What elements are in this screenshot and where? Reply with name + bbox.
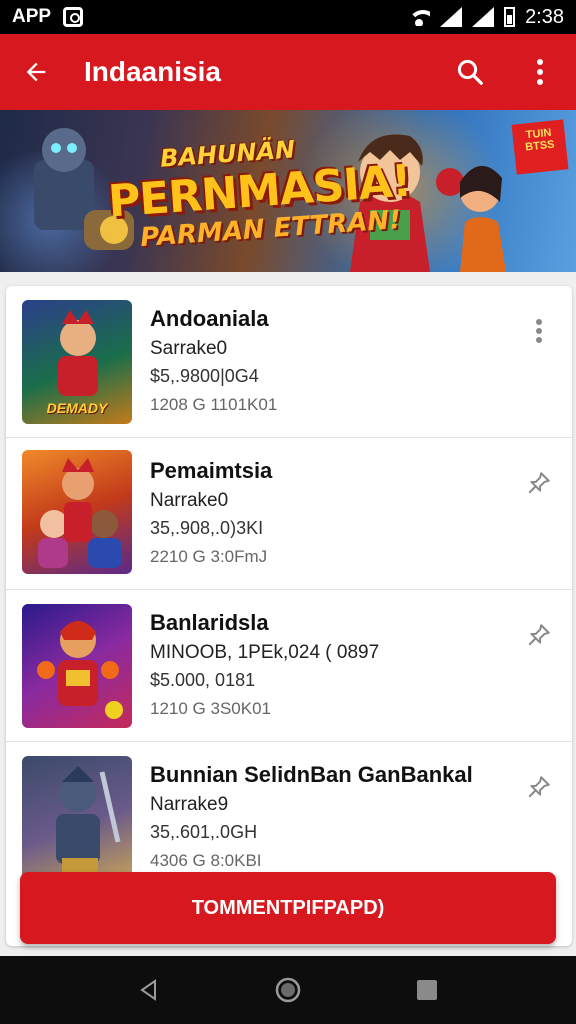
search-button[interactable]	[450, 52, 490, 92]
heroes-thumb-figure	[38, 458, 122, 568]
item-pin-button[interactable]	[524, 468, 554, 498]
back-button[interactable]	[16, 52, 56, 92]
status-left: APP	[12, 6, 84, 28]
nav-back-button[interactable]	[129, 970, 169, 1010]
page-title: Indaanisia	[84, 56, 221, 87]
list-item[interactable]: Banlaridsla MINOOB, 1PEk,024 ( 0897 $5.0…	[6, 590, 572, 742]
more-vert-icon	[536, 319, 542, 343]
thumb-caption: DEMADY	[46, 400, 108, 416]
item-title: Banlaridsla	[150, 610, 269, 635]
item-meta: 4306 G 8:0KBI	[150, 851, 262, 870]
item-subtitle: MINOOB, 1PEk,024 ( 0897	[150, 642, 380, 663]
overflow-menu-button[interactable]	[520, 52, 560, 92]
item-thumbnail	[22, 604, 132, 728]
item-subtitle: Narrake9	[150, 794, 229, 815]
signal-icon	[440, 7, 463, 27]
app-bar-actions	[450, 52, 560, 92]
hero-thumb-figure	[58, 310, 98, 396]
notification-app-icon	[63, 7, 84, 27]
item-text: Bunnian SelidnBan GanBankal Narrake9 35,…	[150, 762, 500, 871]
pin-icon	[528, 624, 550, 646]
hero-thumb-figure	[37, 621, 123, 719]
status-time: 2:38	[525, 5, 564, 28]
list-item[interactable]: Pemaimtsia Narrake0 35,.908,.0)3KI 2210 …	[6, 438, 572, 590]
signal-2-icon	[472, 7, 495, 27]
pin-icon	[528, 776, 550, 798]
status-app-label: APP	[12, 6, 52, 27]
item-price: 35,.601,.0GH	[150, 822, 258, 842]
wifi-icon	[408, 8, 431, 26]
item-thumbnail	[22, 450, 132, 574]
item-title: Pemaimtsia	[150, 458, 273, 483]
item-meta: 1210 G 3S0K01	[150, 699, 271, 718]
item-subtitle: Sarrake0	[150, 338, 228, 359]
pin-icon	[528, 472, 550, 494]
status-right: 2:38	[408, 6, 564, 29]
item-pin-button[interactable]	[524, 620, 554, 650]
item-title: Andoaniala	[150, 306, 269, 331]
nav-recents-button[interactable]	[407, 970, 447, 1010]
more-vert-icon	[537, 59, 543, 85]
item-title: Bunnian SelidnBan GanBankal	[150, 762, 473, 787]
item-thumbnail	[22, 756, 132, 880]
item-text: Pemaimtsia Narrake0 35,.908,.0)3KI 2210 …	[150, 458, 500, 567]
item-price: 35,.908,.0)3KI	[150, 518, 264, 538]
item-pin-button[interactable]	[524, 772, 554, 802]
item-price: $5.000, 0181	[150, 670, 256, 690]
back-triangle-icon	[140, 979, 157, 1001]
promo-banner[interactable]: BAHUNÄN PERNMASIA! PARMAN ETTRAN! TUIN B…	[0, 110, 576, 272]
warrior-thumb-figure	[56, 766, 121, 872]
list-item[interactable]: DEMADY Andoaniala Sarrake0 $5,.9800|0G4 …	[6, 286, 572, 438]
banner-badge: TUIN BTSS	[511, 119, 569, 175]
app-bar: Indaanisia	[0, 34, 576, 110]
product-list: DEMADY Andoaniala Sarrake0 $5,.9800|0G4 …	[6, 286, 572, 946]
item-meta: 1208 G 1101K01	[150, 395, 278, 414]
item-more-button[interactable]	[524, 316, 554, 346]
item-text: Andoaniala Sarrake0 $5,.9800|0G4 1208 G …	[150, 306, 500, 415]
recents-square-icon	[416, 980, 437, 1000]
item-subtitle: Narrake0	[150, 490, 229, 511]
item-thumbnail: DEMADY	[22, 300, 132, 424]
primary-action-button[interactable]: TOMMENTPIFPAPD)	[20, 872, 556, 944]
item-price: $5,.9800|0G4	[150, 366, 259, 386]
item-meta: 2210 G 3:0FmJ	[150, 547, 268, 566]
back-arrow-icon	[26, 62, 46, 82]
nav-home-button[interactable]	[268, 970, 308, 1010]
battery-icon	[504, 7, 516, 27]
item-text: Banlaridsla MINOOB, 1PEk,024 ( 0897 $5.0…	[150, 610, 500, 719]
search-icon	[457, 59, 483, 85]
status-bar: APP 2:38	[0, 0, 576, 34]
home-circle-icon	[275, 977, 301, 1003]
system-nav-bar	[0, 956, 576, 1024]
